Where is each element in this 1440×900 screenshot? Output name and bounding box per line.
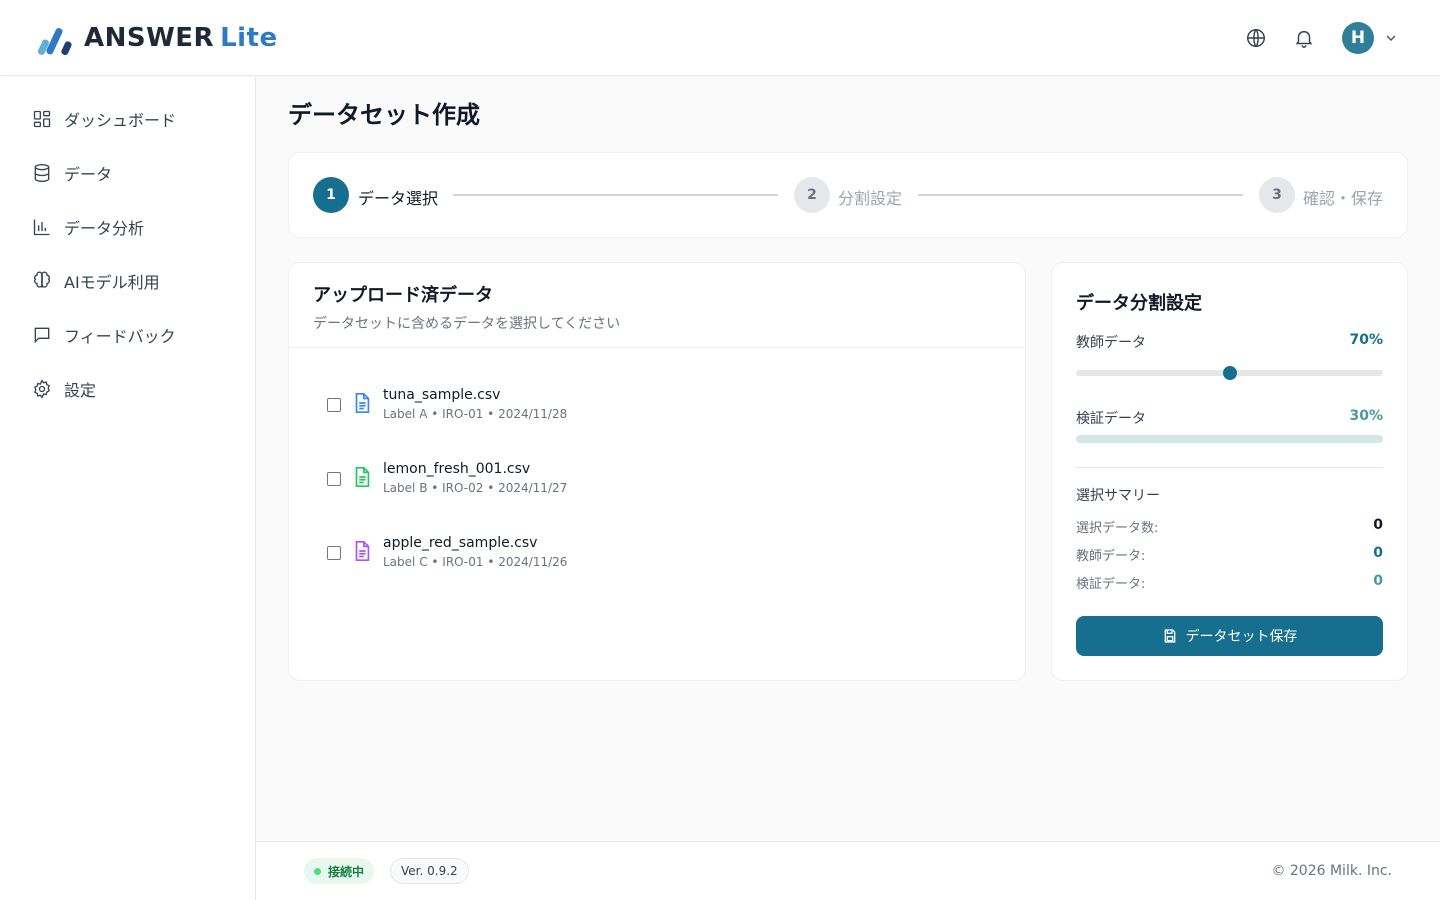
- split-settings-title: データ分割設定: [1076, 293, 1202, 314]
- logo-text: ANSWER: [84, 23, 215, 53]
- status-text: 接続中: [328, 864, 365, 879]
- divider: [289, 347, 1025, 348]
- divider: [1076, 467, 1383, 468]
- gear-icon: [34, 379, 50, 399]
- summary-label: 選択データ数:: [1076, 521, 1159, 536]
- summary-value: 0: [1373, 545, 1383, 561]
- file-checkbox[interactable]: [327, 398, 341, 412]
- logo-suffix: Lite: [220, 23, 278, 53]
- summary-value: 0: [1373, 573, 1383, 589]
- sidebar-item-data[interactable]: データ: [24, 153, 232, 193]
- app-header: ANSWER Lite H: [0, 0, 1440, 76]
- step-3-label[interactable]: 確認・保存: [1303, 185, 1383, 209]
- file-text-icon: [355, 393, 370, 413]
- file-name: lemon_fresh_001.csv: [383, 461, 531, 477]
- file-checkbox[interactable]: [327, 472, 341, 486]
- step-1-circle[interactable]: 1: [313, 177, 349, 213]
- step-2-circle[interactable]: 2: [794, 177, 830, 213]
- val-bar: [1076, 435, 1383, 443]
- dashboard-icon: [33, 110, 51, 128]
- brain-icon: [34, 271, 50, 288]
- sidebar-item-settings[interactable]: 設定: [24, 369, 232, 409]
- file-meta: Label B • IRO-02 • 2024/11/27: [383, 481, 568, 495]
- message-icon: [34, 327, 50, 344]
- file-row[interactable]: apple_red_sample.csv Label C • IRO-01 • …: [313, 526, 1003, 582]
- summary-label: 検証データ:: [1076, 577, 1146, 592]
- bell-icon[interactable]: [1292, 26, 1316, 50]
- save-button-label: データセット保存: [1185, 629, 1298, 645]
- uploaded-data-title: アップロード済データ: [313, 285, 493, 306]
- uploaded-data-subtitle: データセットに含めるデータを選択してください: [313, 316, 621, 332]
- sidebar-item-label: AIモデル利用: [64, 273, 160, 292]
- summary-row: 教師データ: 0: [1076, 545, 1383, 564]
- file-name: apple_red_sample.csv: [383, 535, 538, 551]
- chevron-down-icon[interactable]: [1383, 30, 1399, 46]
- connection-status-badge: 接続中: [304, 858, 375, 884]
- save-icon: [1164, 629, 1175, 643]
- copyright: © 2026 Milk. Inc.: [1271, 863, 1392, 879]
- footer: 接続中 Ver. 0.9.2 © 2026 Milk. Inc.: [256, 841, 1440, 900]
- app-logo[interactable]: ANSWER Lite: [36, 18, 278, 58]
- step-1-label[interactable]: データ選択: [358, 185, 438, 209]
- file-checkbox[interactable]: [327, 546, 341, 560]
- uploaded-data-card: アップロード済データ データセットに含めるデータを選択してください tuna_s…: [288, 262, 1026, 681]
- slider-thumb[interactable]: [1222, 366, 1237, 380]
- val-label: 検証データ: [1076, 411, 1146, 427]
- status-dot-icon: [314, 867, 321, 875]
- database-icon: [34, 164, 50, 183]
- summary-row: 選択データ数: 0: [1076, 517, 1383, 536]
- train-label: 教師データ: [1076, 335, 1146, 351]
- file-name: tuna_sample.csv: [383, 387, 501, 403]
- sidebar-item-ai-model[interactable]: AIモデル利用: [24, 261, 232, 301]
- step-connector: [453, 194, 778, 196]
- file-row[interactable]: tuna_sample.csv Label A • IRO-01 • 2024/…: [313, 378, 1003, 434]
- page-title: データセット作成: [288, 101, 480, 129]
- bar-chart-icon: [33, 219, 50, 236]
- main-content: データセット作成 1 データ選択 2 分割設定 3 確認・保存 アップロード済デ…: [256, 77, 1440, 841]
- logo-mark-icon: [37, 28, 72, 56]
- sidebar-item-analysis[interactable]: データ分析: [24, 207, 232, 247]
- user-avatar[interactable]: H: [1342, 22, 1374, 54]
- stepper: 1 データ選択 2 分割設定 3 確認・保存: [288, 152, 1408, 238]
- file-meta: Label A • IRO-01 • 2024/11/28: [383, 407, 568, 421]
- file-text-icon: [355, 467, 370, 487]
- file-row[interactable]: lemon_fresh_001.csv Label B • IRO-02 • 2…: [313, 452, 1003, 508]
- sidebar: ダッシュボード データ データ分析 AIモデル利用 フィードバック 設定: [0, 77, 256, 900]
- file-text-icon: [355, 541, 370, 561]
- train-slider[interactable]: [1076, 366, 1383, 380]
- sidebar-item-label: ダッシュボード: [64, 111, 177, 130]
- summary-value: 0: [1373, 517, 1383, 533]
- summary-label: 教師データ:: [1076, 549, 1146, 564]
- step-connector: [918, 194, 1243, 196]
- globe-icon[interactable]: [1244, 26, 1268, 50]
- sidebar-item-label: データ: [64, 165, 113, 184]
- summary-row: 検証データ: 0: [1076, 573, 1383, 592]
- train-percent: 70%: [1349, 332, 1383, 348]
- file-meta: Label C • IRO-01 • 2024/11/26: [383, 555, 568, 569]
- save-dataset-button[interactable]: データセット保存: [1076, 616, 1383, 656]
- sidebar-item-label: フィードバック: [64, 327, 176, 346]
- step-2-label[interactable]: 分割設定: [838, 185, 902, 209]
- step-3-circle[interactable]: 3: [1259, 177, 1295, 213]
- split-settings-card: データ分割設定 教師データ 70% 検証データ 30% 選択サマリー 選択データ…: [1051, 262, 1408, 681]
- sidebar-item-feedback[interactable]: フィードバック: [24, 315, 232, 355]
- summary-title: 選択サマリー: [1076, 488, 1160, 504]
- val-percent: 30%: [1349, 408, 1383, 424]
- sidebar-item-dashboard[interactable]: ダッシュボード: [24, 99, 232, 139]
- sidebar-item-label: 設定: [64, 381, 97, 400]
- version-badge: Ver. 0.9.2: [390, 858, 469, 884]
- sidebar-item-label: データ分析: [64, 219, 145, 238]
